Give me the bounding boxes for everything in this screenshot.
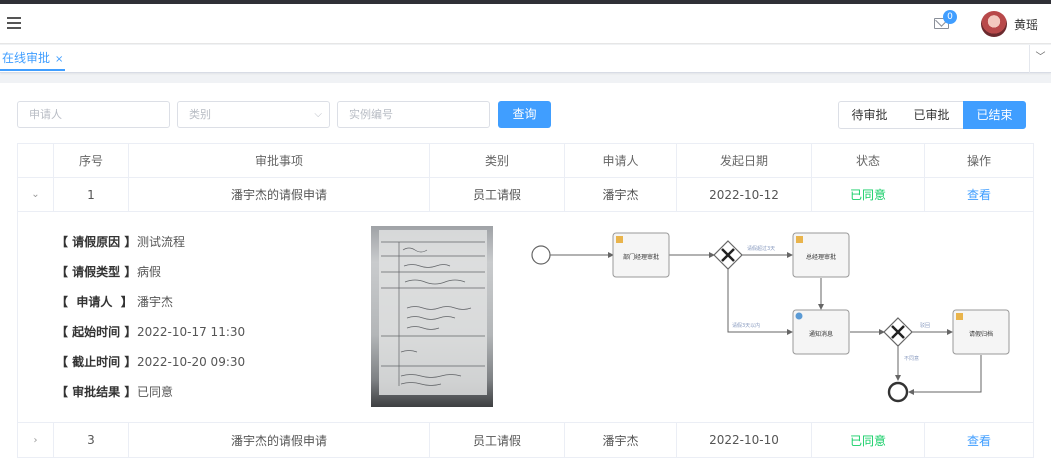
cell-category: 员工请假 <box>430 178 565 211</box>
detail-value: 已同意 <box>137 385 174 399</box>
task-gm: 总经理审批 <box>792 232 850 278</box>
mail-badge: 0 <box>943 10 957 24</box>
leave-note-photo[interactable] <box>371 226 493 407</box>
chevron-down-icon: ⌵ <box>314 109 322 120</box>
cell-date: 2022-10-10 <box>677 423 812 457</box>
cell-item: 潘宇杰的请假申请 <box>129 423 430 457</box>
category-select[interactable]: 类别 ⌵ <box>177 101 330 128</box>
cell-applicant: 潘宇杰 <box>565 423 677 457</box>
user-name[interactable]: 黄瑶 <box>1014 16 1038 33</box>
detail-field: 【 请假类型 】病假 <box>56 262 161 282</box>
gateway-1 <box>713 240 743 270</box>
detail-field: 【 请假原因 】测试流程 <box>56 232 185 252</box>
end-event <box>887 381 909 403</box>
instance-number-input[interactable]: 实例编号 <box>337 101 490 128</box>
detail-key: 【 起始时间 】 <box>56 325 137 339</box>
detail-value: 2022-10-17 11:30 <box>137 325 246 339</box>
task-archive: 请假归档 <box>952 309 1010 355</box>
cell-index: 3 <box>54 423 129 457</box>
main-card: 申请人 类别 ⌵ 实例编号 查询 待审批 已审批 已结束 序号 审批事项 类别 … <box>0 83 1051 458</box>
detail-key: 【 审批结果 】 <box>56 385 137 399</box>
cell-item: 潘宇杰的请假申请 <box>129 178 430 211</box>
view-link[interactable]: 查看 <box>925 178 1033 211</box>
process-diagram: 部门经理审批 总经理审批 通知消息 请假归档 请假超过3天 请假3天以内 驳回 … <box>531 232 1010 403</box>
detail-value: 潘宇杰 <box>137 295 174 309</box>
tab-finished[interactable]: 已结束 <box>963 101 1026 129</box>
task-dept-manager: 部门经理审批 <box>612 232 670 278</box>
hamburger-menu-icon[interactable] <box>7 17 21 29</box>
expand-col-header <box>18 144 54 177</box>
status-badge: 已同意 <box>812 423 925 457</box>
col-applicant: 申请人 <box>565 144 677 177</box>
detail-field: 【 审批结果 】已同意 <box>56 382 173 402</box>
detail-field: 【 起始时间 】2022-10-17 11:30 <box>56 322 245 342</box>
table-row: › 3 潘宇杰的请假申请 员工请假 潘宇杰 2022-10-10 已同意 查看 <box>18 423 1033 457</box>
detail-value: 2022-10-20 09:30 <box>137 355 246 369</box>
detail-key: 【 申请人 】 <box>56 295 133 309</box>
avatar[interactable] <box>981 11 1007 37</box>
detail-key: 【 请假类型 】 <box>56 265 137 279</box>
col-date: 发起日期 <box>677 144 812 177</box>
table-header: 序号 审批事项 类别 申请人 发起日期 状态 操作 <box>18 144 1033 178</box>
tab-online-approval[interactable]: 在线审批 × <box>0 45 66 71</box>
task-label: 通知消息 <box>809 330 833 338</box>
expand-toggle[interactable]: › <box>18 423 54 457</box>
cell-category: 员工请假 <box>430 423 565 457</box>
chevron-down-icon: ⌄ <box>31 189 40 200</box>
detail-key: 【 截止时间 】 <box>56 355 137 369</box>
col-action: 操作 <box>966 154 991 168</box>
chevron-down-icon[interactable]: ﹀ <box>1029 45 1051 73</box>
tab-approved[interactable]: 已审批 <box>900 101 964 129</box>
edge-label: 不同意 <box>904 355 919 362</box>
navbar: 0 黄瑶 <box>0 4 1051 44</box>
edge-label: 请假3天以内 <box>732 322 760 329</box>
cell-applicant: 潘宇杰 <box>565 178 677 211</box>
status-badge: 已同意 <box>812 178 925 211</box>
applicant-input[interactable]: 申请人 <box>17 101 170 128</box>
task-notify: 通知消息 <box>792 309 850 355</box>
cell-index: 1 <box>54 178 129 211</box>
chevron-right-icon: › <box>33 434 38 446</box>
expand-toggle[interactable]: ⌄ <box>18 178 54 211</box>
tab-label: 在线审批 <box>2 51 51 65</box>
col-item: 审批事项 <box>129 144 430 177</box>
task-label: 总经理审批 <box>806 253 836 261</box>
start-event <box>531 245 551 265</box>
col-category: 类别 <box>430 144 565 177</box>
detail-value: 病假 <box>137 265 162 279</box>
col-status: 状态 <box>812 144 925 177</box>
detail-value: 测试流程 <box>137 235 186 249</box>
view-link[interactable]: 查看 <box>925 423 1033 457</box>
edge-label: 请假超过3天 <box>747 245 775 252</box>
tab-pending[interactable]: 待审批 <box>838 101 901 129</box>
detail-field: 【 截止时间 】2022-10-20 09:30 <box>56 352 245 372</box>
category-select-placeholder: 类别 <box>189 108 211 121</box>
tab-close-icon[interactable]: × <box>55 54 63 65</box>
query-button[interactable]: 查询 <box>498 101 551 128</box>
task-label: 部门经理审批 <box>623 253 659 261</box>
tags-view-bar: 在线审批 × ﹀ <box>0 45 1051 73</box>
expanded-detail: 【 请假原因 】测试流程 【 请假类型 】病假 【 申请人 】潘宇杰 【 起始时… <box>18 212 1033 423</box>
edge-label: 驳回 <box>920 322 930 329</box>
detail-field: 【 申请人 】潘宇杰 <box>56 292 173 312</box>
gateway-2 <box>883 317 913 347</box>
cell-date: 2022-10-12 <box>677 178 812 211</box>
table-row: ⌄ 1 潘宇杰的请假申请 员工请假 潘宇杰 2022-10-12 已同意 查看 <box>18 178 1033 212</box>
approval-table: 序号 审批事项 类别 申请人 发起日期 状态 操作 ⌄ 1 潘宇杰的请假申请 员… <box>17 143 1034 458</box>
task-label: 请假归档 <box>969 330 993 338</box>
col-index: 序号 <box>54 144 129 177</box>
detail-key: 【 请假原因 】 <box>56 235 137 249</box>
